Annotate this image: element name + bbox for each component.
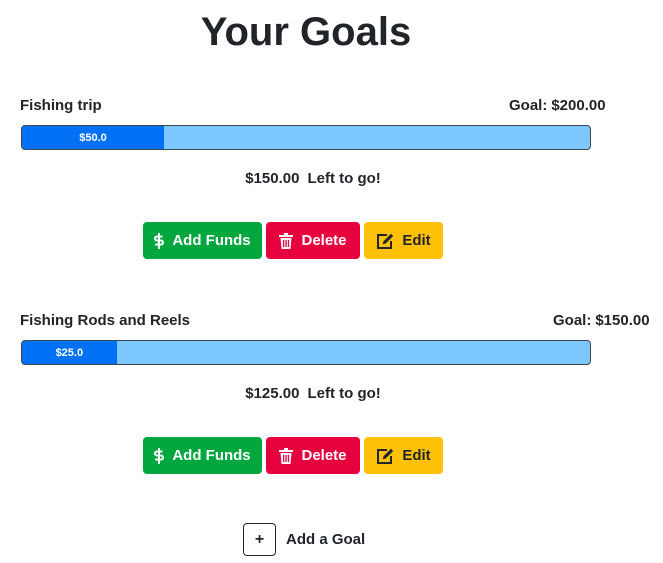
remaining-label: Left to go! bbox=[307, 170, 381, 187]
edit-icon bbox=[376, 233, 394, 249]
goal-card: Fishing trip Goal: $200.00 $50.0 $150.00 L… bbox=[0, 97, 663, 277]
delete-button[interactable]: Delete bbox=[266, 437, 360, 474]
progress-bar: $25.0 bbox=[21, 340, 591, 365]
remaining-amount: $150.00 bbox=[245, 170, 300, 187]
remaining-amount: $125.00 bbox=[245, 385, 300, 402]
dollar-icon bbox=[154, 447, 165, 464]
delete-label: Delete bbox=[301, 232, 347, 249]
add-goal: + Add a Goal bbox=[243, 523, 365, 556]
add-funds-label: Add Funds bbox=[172, 447, 251, 464]
goal-actions: Add Funds Delete Edit bbox=[143, 437, 443, 474]
add-funds-button[interactable]: Add Funds bbox=[143, 437, 262, 474]
goal-actions: Add Funds Delete Edit bbox=[143, 222, 443, 259]
edit-button[interactable]: Edit bbox=[364, 222, 443, 259]
goal-target-amount: $200.00 bbox=[551, 97, 606, 114]
edit-button[interactable]: Edit bbox=[364, 437, 443, 474]
progress-text: $50.0 bbox=[79, 131, 107, 144]
remaining-label: Left to go! bbox=[307, 385, 381, 402]
edit-icon bbox=[376, 448, 394, 464]
progress-fill: $25.0 bbox=[22, 341, 117, 364]
remaining-text: $125.00 Left to go! bbox=[0, 385, 626, 402]
progress-text: $25.0 bbox=[55, 346, 84, 359]
add-funds-label: Add Funds bbox=[172, 232, 251, 249]
add-goal-label: Add a Goal bbox=[286, 531, 366, 548]
delete-label: Delete bbox=[301, 447, 347, 464]
trash-icon bbox=[279, 447, 294, 464]
edit-label: Edit bbox=[402, 232, 431, 249]
remaining-text: $150.00 Left to go! bbox=[0, 170, 626, 187]
trash-icon bbox=[279, 232, 294, 249]
goal-card: Fishing Rods and Reels Goal: $150.00 $25.… bbox=[0, 312, 663, 492]
add-goal-button[interactable]: + bbox=[243, 523, 276, 556]
progress-bar: $50.0 bbox=[21, 125, 591, 150]
goal-target: Goal: $150.00 bbox=[553, 312, 650, 329]
page-title: Your Goals bbox=[200, 10, 412, 54]
delete-button[interactable]: Delete bbox=[266, 222, 360, 259]
goal-target-label: Goal: bbox=[509, 97, 548, 114]
goal-target-label: Goal: bbox=[553, 312, 592, 329]
dollar-icon bbox=[154, 232, 165, 249]
goal-target: Goal: $200.00 bbox=[509, 97, 606, 114]
plus-icon: + bbox=[254, 530, 265, 548]
goal-target-amount: $150.00 bbox=[595, 312, 650, 329]
edit-label: Edit bbox=[402, 447, 431, 464]
goal-name: Fishing trip bbox=[20, 97, 102, 114]
add-funds-button[interactable]: Add Funds bbox=[143, 222, 262, 259]
progress-fill: $50.0 bbox=[22, 126, 164, 149]
goal-name: Fishing Rods and Reels bbox=[20, 312, 191, 329]
